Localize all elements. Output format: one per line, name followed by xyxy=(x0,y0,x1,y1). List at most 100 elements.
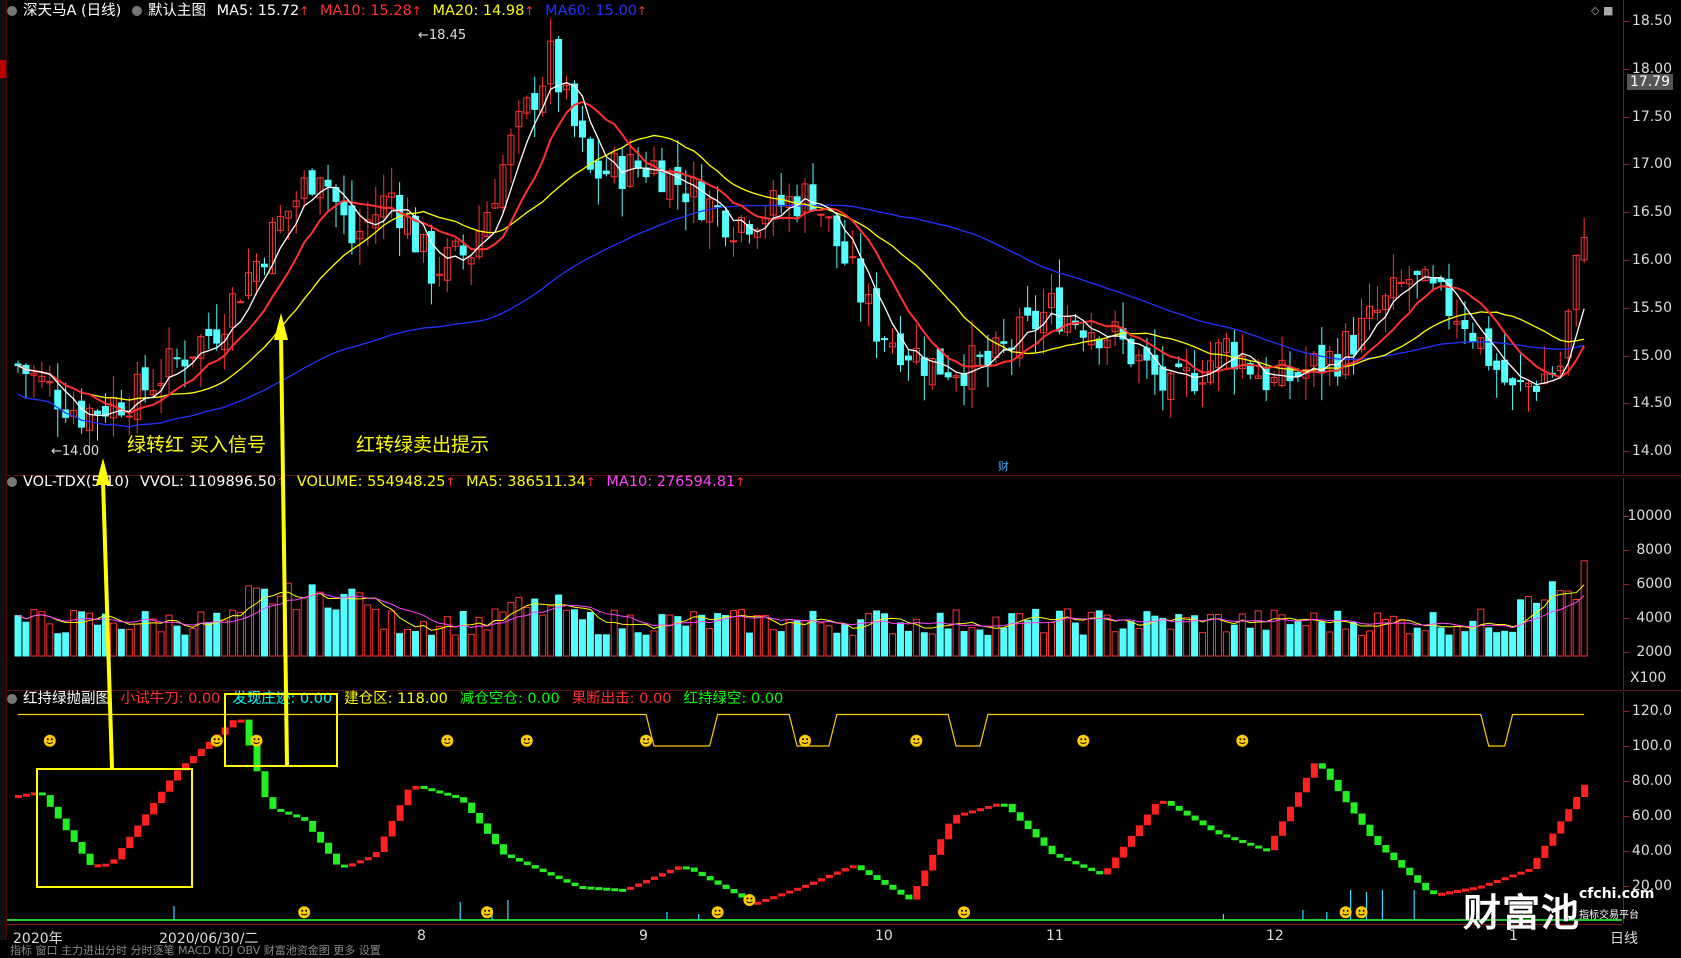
volume-bar xyxy=(1501,630,1509,657)
smiley-eye xyxy=(806,738,809,741)
indicator-bar xyxy=(682,866,690,870)
price-candle xyxy=(896,333,904,366)
y-tick-mark xyxy=(1624,781,1629,782)
volume-bar xyxy=(1207,614,1214,657)
indicator-bar xyxy=(134,825,142,837)
indicator-bar xyxy=(1525,868,1533,872)
indicator-bar xyxy=(158,791,166,804)
volume-bar xyxy=(857,619,865,657)
price-candle xyxy=(849,256,857,259)
volume-bar xyxy=(936,612,944,657)
volume-bar xyxy=(992,616,1000,657)
smiley-eye xyxy=(913,738,916,741)
logo-name: 财富池 xyxy=(1463,891,1581,935)
volume-bar xyxy=(960,630,968,657)
indicator-bar xyxy=(810,881,817,885)
indicator-bar xyxy=(643,880,651,884)
indicator-bar xyxy=(825,874,833,879)
period-label[interactable]: 日线 xyxy=(1610,928,1638,948)
indicator-bar xyxy=(1080,864,1088,868)
indicator-bar xyxy=(38,792,46,796)
indicator-bar xyxy=(1509,874,1517,878)
x-tick-label: 12 xyxy=(1266,928,1284,944)
y-tick-mark xyxy=(1624,711,1629,712)
indicator-bar xyxy=(94,864,102,868)
volume-bar xyxy=(833,632,841,657)
volume-bar xyxy=(984,634,992,657)
smiley-icon xyxy=(1355,906,1368,919)
indicator-bar xyxy=(1541,845,1549,858)
indicator-bar xyxy=(889,884,897,890)
vol-ma5-line xyxy=(17,584,1585,631)
bottom-tabs[interactable]: 指标 窗口 主力进出分时 分时逐笔 MACD KDJ OBV 财富池资金图 更多… xyxy=(10,942,381,958)
indicator-bar xyxy=(1183,810,1191,816)
y-tick-mark xyxy=(1624,550,1629,551)
indicator-bar xyxy=(285,811,293,815)
price-y-axis: 18.50 18.00 17.50 17.00 16.50 16.00 15.50 15.00… xyxy=(1623,0,1681,474)
volume-bar xyxy=(1485,627,1493,657)
indicator-bar xyxy=(762,898,770,902)
indicator-bar xyxy=(460,797,468,803)
y-tick-label: 2000 xyxy=(1636,644,1672,660)
smiley-eye xyxy=(965,909,968,912)
smiley-icon xyxy=(441,734,454,747)
indicator-bar xyxy=(984,805,992,809)
indicator-bar xyxy=(905,894,913,900)
volume-bar xyxy=(563,609,571,657)
indicator-bar xyxy=(778,893,786,897)
indicator-bar xyxy=(953,814,961,824)
price-candle xyxy=(213,329,221,344)
indicator-bar xyxy=(1549,833,1557,846)
smiley-icon xyxy=(1339,906,1352,919)
price-candle xyxy=(1032,310,1040,330)
volume-bar xyxy=(1016,613,1024,657)
volume-bar xyxy=(46,623,54,657)
indicator-bar xyxy=(635,883,643,887)
indicator-bar xyxy=(1438,892,1446,896)
price-candle xyxy=(531,93,539,110)
volume-bar xyxy=(1350,621,1358,657)
y-tick-label: 17.00 xyxy=(1631,156,1672,173)
volume-bar xyxy=(610,609,618,657)
indicator-bar xyxy=(15,795,22,798)
volume-chart[interactable] xyxy=(7,478,1622,690)
left-scroll-strip[interactable] xyxy=(0,0,7,940)
finance-marker[interactable]: 财 xyxy=(998,458,1009,474)
indicator-bar xyxy=(396,805,404,821)
volume-bar xyxy=(356,592,364,657)
indicator-bar xyxy=(611,888,619,892)
volume-bar xyxy=(1008,613,1016,657)
indicator-bar xyxy=(881,879,889,885)
smiley-eye xyxy=(448,738,451,741)
indicator-bar xyxy=(1271,835,1279,851)
indicator-bar xyxy=(531,865,539,869)
volume-bar xyxy=(443,616,451,657)
price-candle xyxy=(237,301,245,304)
price-candle xyxy=(1175,363,1183,367)
indicator-bar xyxy=(1279,821,1287,836)
volume-bar xyxy=(1024,619,1032,657)
indicator-bar xyxy=(1398,860,1406,868)
indicator-bar xyxy=(1501,877,1509,881)
price-chart[interactable] xyxy=(7,0,1622,474)
price-candle xyxy=(340,200,348,216)
price-candle xyxy=(1501,359,1509,383)
volume-bar xyxy=(133,623,141,657)
price-candle xyxy=(777,194,785,207)
smiley-eye xyxy=(301,909,304,912)
indicator-bar xyxy=(1358,813,1366,825)
volume-bar xyxy=(1254,610,1262,657)
indicator-bar xyxy=(690,867,698,872)
indicator-chart[interactable] xyxy=(7,692,1622,924)
volume-bar xyxy=(300,597,308,657)
indicator-bar xyxy=(1573,796,1581,810)
indicator-bar xyxy=(174,770,181,781)
volume-bar xyxy=(944,628,952,657)
price-candle xyxy=(260,263,268,268)
indicator-bar xyxy=(197,748,205,757)
indicator-bar xyxy=(325,842,333,854)
price-candle xyxy=(125,415,133,418)
price-candle xyxy=(714,205,722,208)
volume-bar xyxy=(1063,608,1071,657)
indicator-bar xyxy=(627,886,635,890)
